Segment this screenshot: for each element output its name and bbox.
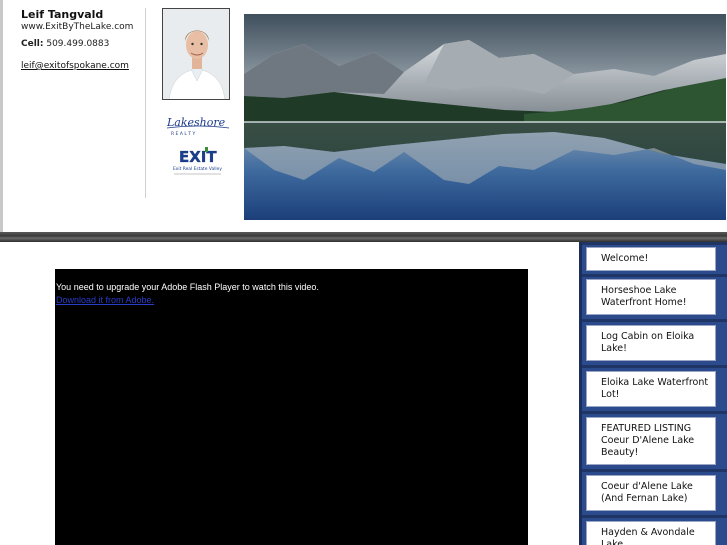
nav-separator <box>582 515 727 518</box>
nav-separator <box>582 411 727 414</box>
exit-realty-logo[interactable]: EXIT Exit Real Estate Valley <box>171 145 225 177</box>
nav-item-welcome[interactable]: Welcome! <box>586 247 716 271</box>
nav-item-coeur-dalene-fernan[interactable]: Coeur d'Alene Lake (And Fernan Lake) <box>586 475 716 511</box>
lakeshore-realty-logo[interactable]: Lakeshore R E A L T Y <box>163 113 233 137</box>
cell-number: 509.499.0883 <box>46 39 110 49</box>
cell-label: Cell: <box>21 39 44 49</box>
download-adobe-link[interactable]: Download it from Adobe. <box>56 295 154 305</box>
nav-item-hayden-avondale[interactable]: Hayden & Avondale Lake <box>586 521 716 545</box>
nav-item-log-cabin-eloika[interactable]: Log Cabin on Eloika Lake! <box>586 325 716 361</box>
nav-separator <box>582 319 727 322</box>
listing-nav: Welcome! Horseshoe Lake Waterfront Home!… <box>579 242 727 545</box>
nav-separator <box>582 469 727 472</box>
nav-separator <box>582 365 727 368</box>
header-separator-bar <box>0 232 727 242</box>
flash-video-player[interactable]: You need to upgrade your Adobe Flash Pla… <box>55 269 528 545</box>
contact-block: Leif Tangvald www.ExitByTheLake.com Cell… <box>21 8 141 71</box>
agent-photo <box>162 8 230 100</box>
exit-logo-subtext: Exit Real Estate Valley <box>173 166 222 172</box>
header: Leif Tangvald www.ExitByTheLake.com Cell… <box>0 0 727 232</box>
flash-upgrade-message: You need to upgrade your Adobe Flash Pla… <box>56 282 319 292</box>
nav-item-horseshoe-lake[interactable]: Horseshoe Lake Waterfront Home! <box>586 279 716 315</box>
website-text: www.ExitByTheLake.com <box>21 22 134 32</box>
nav-item-featured-coeur-dalene[interactable]: FEATURED LISTING Coeur D'Alene Lake Beau… <box>586 417 716 465</box>
page: Leif Tangvald www.ExitByTheLake.com Cell… <box>0 0 727 545</box>
vertical-divider <box>145 8 146 198</box>
lake-banner-image <box>244 14 726 220</box>
exit-logo-text: EXIT <box>179 148 217 166</box>
nav-separator <box>582 242 727 245</box>
agent-name: Leif Tangvald <box>21 8 104 21</box>
lakeshore-logo-subtext: R E A L T Y <box>171 131 195 137</box>
cell-line: Cell: 509.499.0883 <box>21 39 141 49</box>
email-link[interactable]: leif@exitofspokane.com <box>21 61 141 71</box>
nav-separator <box>582 274 727 277</box>
nav-item-eloika-lot[interactable]: Eloika Lake Waterfront Lot! <box>586 371 716 407</box>
main-content: You need to upgrade your Adobe Flash Pla… <box>0 242 580 545</box>
